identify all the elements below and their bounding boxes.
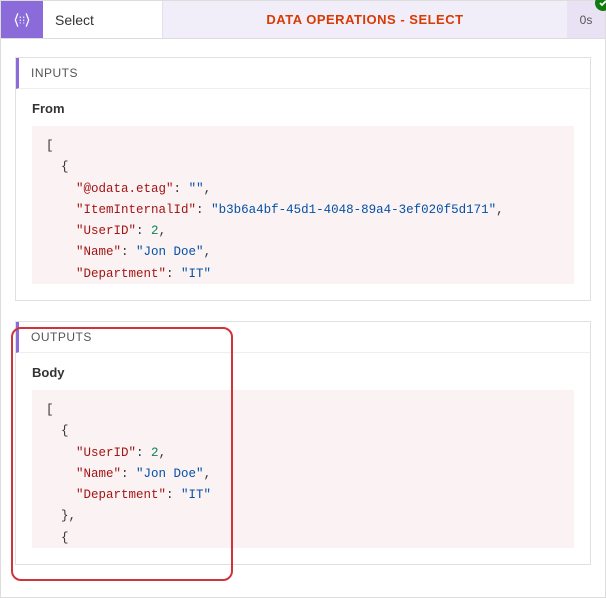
data-operations-icon — [12, 10, 32, 30]
card-body: INPUTS From [ { "@odata.etag": "", "Item… — [1, 39, 605, 595]
outputs-field-label: Body — [32, 365, 574, 380]
action-name: Select — [43, 1, 163, 38]
duration-box: 0s — [567, 1, 605, 38]
inputs-field-label: From — [32, 101, 574, 116]
check-icon — [598, 0, 606, 8]
outputs-panel-body: Body [ { "UserID": 2, "Name": "Jon Doe",… — [16, 353, 590, 564]
inputs-json-viewer[interactable]: [ { "@odata.etag": "", "ItemInternalId":… — [32, 126, 574, 284]
outputs-panel: OUTPUTS Body [ { "UserID": 2, "Name": "J… — [15, 321, 591, 565]
inputs-panel-body: From [ { "@odata.etag": "", "ItemInterna… — [16, 89, 590, 300]
operation-title: DATA OPERATIONS - SELECT — [163, 1, 567, 38]
duration-text: 0s — [580, 13, 593, 27]
outputs-panel-title: OUTPUTS — [16, 322, 590, 353]
card-header[interactable]: Select DATA OPERATIONS - SELECT 0s — [1, 1, 605, 39]
inputs-panel: INPUTS From [ { "@odata.etag": "", "Item… — [15, 57, 591, 301]
action-icon-box — [1, 1, 43, 38]
outputs-json-viewer[interactable]: [ { "UserID": 2, "Name": "Jon Doe", "Dep… — [32, 390, 574, 548]
success-badge — [595, 0, 606, 11]
inputs-panel-title: INPUTS — [16, 58, 590, 89]
flow-run-step-card: Select DATA OPERATIONS - SELECT 0s INPUT… — [0, 0, 606, 598]
